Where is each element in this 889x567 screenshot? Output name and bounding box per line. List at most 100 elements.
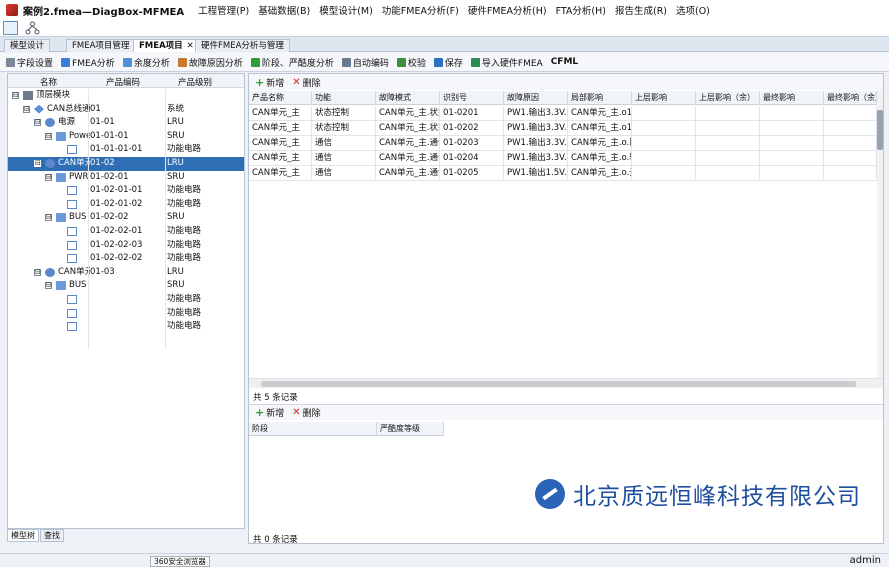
table-cell[interactable] [696, 166, 760, 181]
tree-node[interactable]: ⊟ Power01-01-01 SRU [8, 130, 244, 144]
tree-node[interactable]: 01-02-02-03 功能电路 [8, 239, 244, 253]
validate-button[interactable]: 校验 [396, 56, 426, 69]
menu-item-5[interactable]: FTA分析(H) [556, 3, 606, 17]
table-cell[interactable]: CAN单元_主 [249, 166, 312, 181]
table-cell[interactable]: PW1.输出1.5V.故 [504, 166, 568, 181]
table-cell[interactable] [824, 151, 877, 166]
collapse-icon[interactable]: ⊟ [12, 92, 19, 99]
tab-3[interactable]: 硬件FMEA分析与管理 [195, 39, 290, 52]
collapse-icon[interactable]: ⊟ [45, 214, 52, 222]
table-cell[interactable]: CAN单元_主 [249, 136, 312, 151]
table-cell[interactable] [632, 106, 696, 121]
home-icon[interactable] [3, 21, 18, 35]
tree-node[interactable]: ⊟ CAN单元 01-03 LRU [8, 266, 244, 280]
table-cell[interactable]: 01-0204 [440, 151, 504, 166]
upper-vertical-scrollbar[interactable] [877, 90, 883, 378]
tree-node[interactable]: 功能电路 [8, 293, 244, 307]
menu-item-1[interactable]: 基础数据(B) [258, 3, 310, 17]
tree-node[interactable]: 01-02-02-01 功能电路 [8, 225, 244, 239]
tree-node[interactable]: ⊟ BUS SRU [8, 279, 244, 293]
lower-col-stage[interactable]: 阶段 [249, 422, 377, 436]
table-cell[interactable]: PW1.输出3.3V.故 [504, 121, 568, 136]
delete-button[interactable]: ✕ 删除 [292, 76, 320, 89]
table-cell[interactable]: CAN单元_主 [249, 151, 312, 166]
table-cell[interactable]: 状态控制 [312, 106, 376, 121]
upper-col-header[interactable]: 故障模式 [376, 91, 440, 105]
tree-node[interactable]: 01-02-01-02 功能电路 [8, 198, 244, 212]
stage-severity-analysis-button[interactable]: 阶段、严酷度分析 [250, 56, 334, 69]
upper-col-header[interactable]: 局部影响 [568, 91, 632, 105]
tree-node[interactable]: 01-02-02-02 功能电路 [8, 252, 244, 266]
table-row[interactable]: CAN单元_主状态控制CAN单元_主.状态01-0202PW1.输出3.3V.故… [249, 121, 877, 136]
table-cell[interactable] [632, 166, 696, 181]
table-cell[interactable]: 01-0203 [440, 136, 504, 151]
table-cell[interactable]: PW1.输出3.3V.故 [504, 151, 568, 166]
table-row[interactable]: CAN单元_主通信CAN单元_主.通信01-0205PW1.输出1.5V.故CA… [249, 166, 877, 181]
upper-col-header[interactable]: 故障原因 [504, 91, 568, 105]
upper-col-header[interactable]: 产品名称 [249, 91, 312, 105]
table-cell[interactable]: CAN单元_主.o1. [568, 121, 632, 136]
table-cell[interactable] [824, 166, 877, 181]
menu-item-2[interactable]: 模型设计(M) [319, 3, 373, 17]
tree-node[interactable]: 01-02-01-01 功能电路 [8, 184, 244, 198]
table-cell[interactable]: CAN单元_主.o.输 [568, 151, 632, 166]
collapse-icon[interactable]: ⊟ [45, 173, 52, 181]
table-cell[interactable]: 01-0201 [440, 106, 504, 121]
table-cell[interactable] [824, 106, 877, 121]
tree-structure-icon[interactable] [25, 21, 40, 35]
hscroll-thumb[interactable] [261, 381, 856, 387]
upper-col-header[interactable]: 功能 [312, 91, 376, 105]
tree-node[interactable]: ⊟ PWR 01-02-01 SRU [8, 171, 244, 185]
upper-horizontal-scrollbar[interactable] [249, 378, 883, 388]
collapse-icon[interactable]: ⊟ [34, 160, 41, 167]
table-cell[interactable] [632, 136, 696, 151]
tab-search[interactable]: 查找 [40, 529, 64, 542]
table-cell[interactable]: CAN单元_主.o1. [568, 106, 632, 121]
table-cell[interactable]: PW1.输出3.3V.故 [504, 136, 568, 151]
table-cell[interactable] [824, 136, 877, 151]
table-cell[interactable] [696, 106, 760, 121]
table-cell[interactable]: CAN单元_主.通信 [376, 166, 440, 181]
table-cell[interactable]: CAN单元_主 [249, 106, 312, 121]
collapse-icon[interactable]: ⊟ [45, 282, 52, 290]
tree-node[interactable]: ⊟ CAN总线通信01 系统 [8, 103, 244, 117]
table-cell[interactable]: CAN单元_主.o.无 [568, 166, 632, 181]
table-cell[interactable]: 通信 [312, 151, 376, 166]
tree-node[interactable]: ⊟ 电源 01-01 LRU [8, 116, 244, 130]
cfml-button[interactable]: CFML [551, 57, 578, 67]
table-cell[interactable]: CAN单元_主 [249, 121, 312, 136]
table-cell[interactable] [632, 151, 696, 166]
field-settings-button[interactable]: 字段设置 [6, 56, 53, 69]
upper-col-header[interactable]: 最终影响（余） [824, 91, 877, 105]
table-cell[interactable] [696, 136, 760, 151]
tree-node[interactable]: ⊟ 顶层模块 [8, 89, 244, 103]
table-cell[interactable] [760, 151, 824, 166]
table-cell[interactable]: CAN单元_主.o.降 [568, 136, 632, 151]
menu-item-4[interactable]: 硬件FMEA分析(H) [468, 3, 547, 17]
table-row[interactable]: CAN单元_主状态控制CAN单元_主.状态01-0201PW1.输出3.3V.故… [249, 106, 877, 121]
table-cell[interactable] [632, 121, 696, 136]
table-cell[interactable] [760, 166, 824, 181]
lower-col-severity[interactable]: 严酷度等级 [377, 422, 444, 436]
table-row[interactable]: CAN单元_主通信CAN单元_主.通信01-0204PW1.输出3.3V.故CA… [249, 151, 877, 166]
tab-2[interactable]: FMEA项目 ✕ [133, 39, 200, 52]
collapse-icon[interactable]: ⊟ [34, 119, 41, 127]
upper-col-header[interactable]: 上层影响（余） [696, 91, 760, 105]
menu-item-0[interactable]: 工程管理(P) [198, 3, 249, 17]
close-icon[interactable]: ✕ [187, 41, 194, 51]
tree-node[interactable]: ⊟ BUS 01-02-02 SRU [8, 211, 244, 225]
redundancy-analysis-button[interactable]: 余度分析 [122, 56, 170, 69]
table-cell[interactable] [824, 121, 877, 136]
table-cell[interactable]: 通信 [312, 136, 376, 151]
table-cell[interactable]: CAN单元_主.状态 [376, 106, 440, 121]
upper-col-header[interactable]: 上层影响 [632, 91, 696, 105]
tab-1[interactable]: FMEA项目管理 [66, 39, 136, 52]
collapse-icon[interactable]: ⊟ [45, 132, 52, 140]
auto-encode-button[interactable]: 自动编码 [341, 56, 389, 69]
save-button[interactable]: 保存 [433, 56, 463, 69]
tree-node[interactable]: 功能电路 [8, 307, 244, 321]
tab-model-tree[interactable]: 模型树 [7, 529, 39, 542]
table-cell[interactable] [760, 136, 824, 151]
menu-item-7[interactable]: 选项(O) [676, 3, 710, 17]
upper-col-header[interactable]: 识别号 [440, 91, 504, 105]
